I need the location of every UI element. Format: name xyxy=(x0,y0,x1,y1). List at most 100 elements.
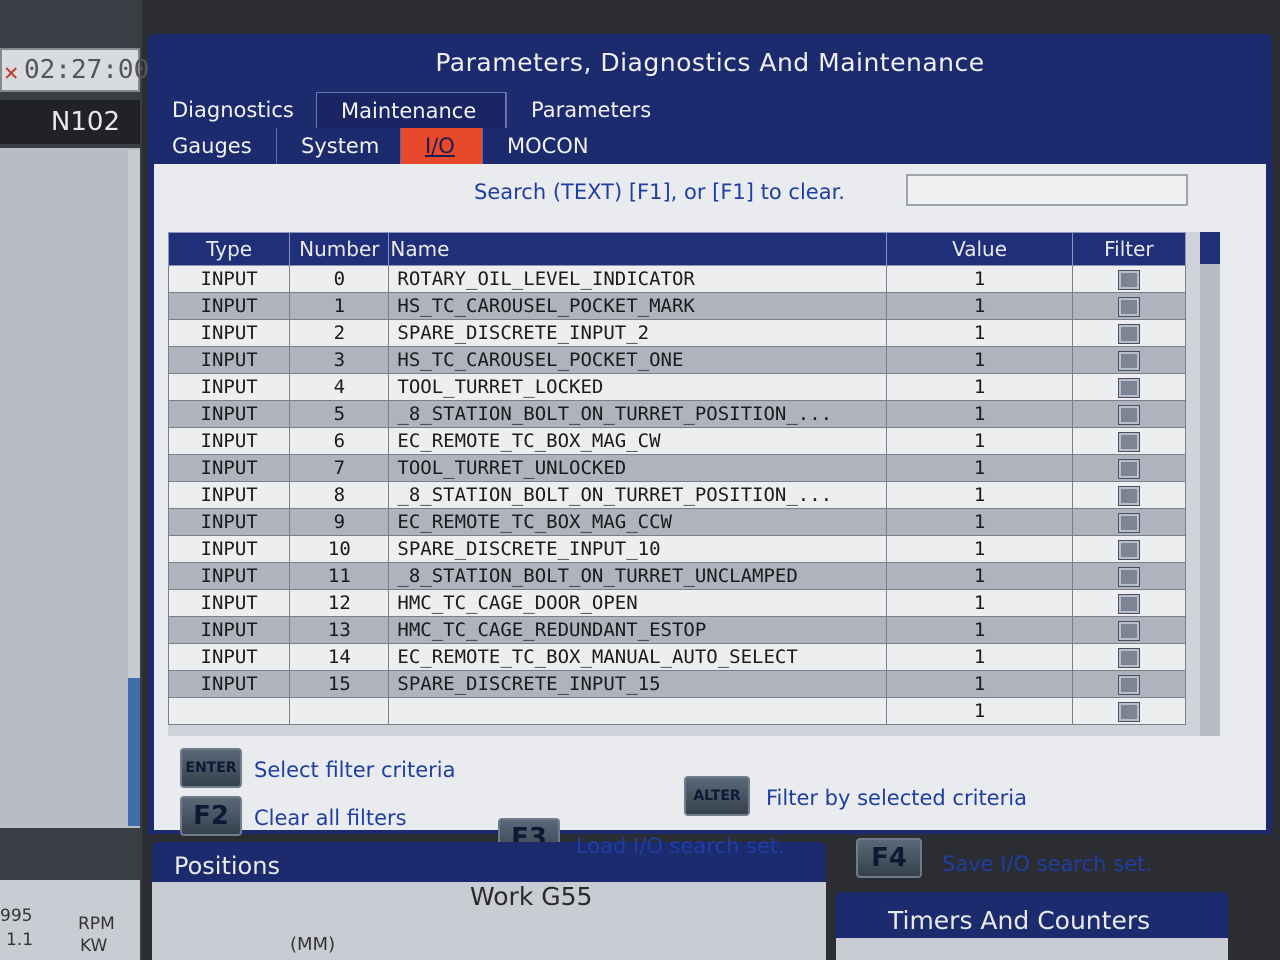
cell-name: HMC_TC_CAGE_REDUNDANT_ESTOP xyxy=(388,616,888,644)
cell-number: 0 xyxy=(289,265,390,293)
cell-value: 1 xyxy=(886,616,1073,644)
cell-filter xyxy=(1071,319,1187,347)
filter-checkbox[interactable] xyxy=(1117,593,1140,614)
cell-name: TOOL_TURRET_LOCKED xyxy=(388,373,888,401)
cell-number: 12 xyxy=(289,589,390,617)
cell-type: INPUT xyxy=(167,481,291,509)
alter-hint: Filter by selected criteria xyxy=(766,786,1027,810)
cell-value: 1 xyxy=(886,400,1073,428)
cell-name: _8_STATION_BOLT_ON_TURRET_POSITION_... xyxy=(388,481,888,509)
table-row[interactable]: INPUT 13 HMC_TC_CAGE_REDUNDANT_ESTOP 1 xyxy=(167,616,1187,644)
table-row[interactable]: INPUT 15 SPARE_DISCRETE_INPUT_15 1 xyxy=(167,670,1187,698)
cell-value: 1 xyxy=(886,535,1073,563)
filter-checkbox[interactable] xyxy=(1117,350,1140,371)
table-scrollbar[interactable] xyxy=(1200,232,1220,736)
filter-checkbox[interactable] xyxy=(1117,674,1140,695)
filter-checkbox[interactable] xyxy=(1117,512,1140,533)
cell-type: INPUT xyxy=(167,616,291,644)
table-row[interactable]: INPUT 9 EC_REMOTE_TC_BOX_MAG_CCW 1 xyxy=(167,508,1187,536)
table-row[interactable]: INPUT 2 SPARE_DISCRETE_INPUT_2 1 xyxy=(167,319,1187,347)
filter-checkbox[interactable] xyxy=(1117,431,1140,452)
tab-parameters[interactable]: Parameters xyxy=(506,92,686,128)
cell-type: INPUT xyxy=(167,346,291,374)
table-row[interactable]: INPUT 1 HS_TC_CAROUSEL_POCKET_MARK 1 xyxy=(167,292,1187,320)
cell-number: 4 xyxy=(289,373,390,401)
table-row[interactable]: INPUT 8 _8_STATION_BOLT_ON_TURRET_POSITION… xyxy=(167,481,1187,509)
cell-filter xyxy=(1071,643,1187,671)
cell-filter xyxy=(1071,292,1187,320)
header-filter[interactable]: Filter xyxy=(1071,232,1187,266)
cell-name: SPARE_DISCRETE_INPUT_15 xyxy=(388,670,888,698)
cell-value: 1 xyxy=(886,319,1073,347)
table-row[interactable]: INPUT 3 HS_TC_CAROUSEL_POCKET_ONE 1 xyxy=(167,346,1187,374)
filter-checkbox[interactable] xyxy=(1117,701,1140,722)
cell-value: 1 xyxy=(886,292,1073,320)
cell-filter xyxy=(1071,481,1187,509)
cell-name: EC_REMOTE_TC_BOX_MANUAL_AUTO_SELECT xyxy=(388,643,888,671)
alter-key[interactable]: ALTER xyxy=(684,776,750,816)
filter-checkbox[interactable] xyxy=(1117,296,1140,317)
tab-system[interactable]: System xyxy=(276,128,400,164)
table-row[interactable]: INPUT 7 TOOL_TURRET_UNLOCKED 1 xyxy=(167,454,1187,482)
filter-checkbox[interactable] xyxy=(1117,458,1140,479)
tab-io[interactable]: I/O xyxy=(400,128,482,164)
header-value[interactable]: Value xyxy=(886,232,1073,266)
program-scrollbar[interactable] xyxy=(128,150,140,826)
cell-type: INPUT xyxy=(167,643,291,671)
table-row[interactable]: INPUT 14 EC_REMOTE_TC_BOX_MANUAL_AUTO_SELE… xyxy=(167,643,1187,671)
cell-name: HS_TC_CAROUSEL_POCKET_ONE xyxy=(388,346,888,374)
program-scroll-thumb[interactable] xyxy=(128,678,140,826)
tab-maintenance[interactable]: Maintenance xyxy=(316,92,506,128)
cell-type: INPUT xyxy=(167,373,291,401)
table-row[interactable]: INPUT 0 ROTARY_OIL_LEVEL_INDICATOR 1 xyxy=(167,265,1187,293)
table-row[interactable]: INPUT 11 _8_STATION_BOLT_ON_TURRET_UNCLAMP… xyxy=(167,562,1187,590)
f2-key[interactable]: F2 xyxy=(180,796,242,836)
timers-title: Timers And Counters xyxy=(888,906,1151,935)
table-row[interactable]: INPUT 5 _8_STATION_BOLT_ON_TURRET_POSITION… xyxy=(167,400,1187,428)
filter-checkbox[interactable] xyxy=(1117,323,1140,344)
cell-value: 1 xyxy=(886,670,1073,698)
search-input[interactable] xyxy=(906,174,1188,206)
header-number[interactable]: Number xyxy=(289,232,390,266)
positions-title: Positions xyxy=(174,852,280,880)
cell-filter xyxy=(1071,670,1187,698)
cell-value: 1 xyxy=(886,643,1073,671)
kw-unit: KW xyxy=(80,936,108,956)
cell-type: INPUT xyxy=(167,427,291,455)
table-row[interactable]: INPUT 12 HMC_TC_CAGE_DOOR_OPEN 1 xyxy=(167,589,1187,617)
table-row[interactable]: INPUT 6 EC_REMOTE_TC_BOX_MAG_CW 1 xyxy=(167,427,1187,455)
filter-checkbox[interactable] xyxy=(1117,539,1140,560)
filter-checkbox[interactable] xyxy=(1117,404,1140,425)
filter-checkbox[interactable] xyxy=(1117,566,1140,587)
tab-mocon[interactable]: MOCON xyxy=(482,128,612,164)
tab-diagnostics[interactable]: Diagnostics xyxy=(148,92,316,128)
table-row[interactable]: INPUT 4 TOOL_TURRET_LOCKED 1 xyxy=(167,373,1187,401)
table-row[interactable]: 1 xyxy=(167,697,1187,725)
tab-gauges[interactable]: Gauges xyxy=(148,128,276,164)
table-row[interactable]: INPUT 10 SPARE_DISCRETE_INPUT_10 1 xyxy=(167,535,1187,563)
positions-body: Work G55 (MM) xyxy=(152,882,826,960)
filter-checkbox[interactable] xyxy=(1117,620,1140,641)
f2-hint: Clear all filters xyxy=(254,806,407,830)
filter-checkbox[interactable] xyxy=(1117,647,1140,668)
table-scroll-thumb[interactable] xyxy=(1200,232,1220,264)
f4-key[interactable]: F4 xyxy=(856,838,922,878)
cell-value: 1 xyxy=(886,346,1073,374)
cell-number: 8 xyxy=(289,481,390,509)
cell-filter xyxy=(1071,373,1187,401)
filter-checkbox[interactable] xyxy=(1117,377,1140,398)
kw-value: 1.1 xyxy=(6,930,34,950)
filter-checkbox[interactable] xyxy=(1117,485,1140,506)
enter-key[interactable]: ENTER xyxy=(180,748,242,788)
cell-value: 1 xyxy=(886,481,1073,509)
window-title: Parameters, Diagnostics And Maintenance xyxy=(435,48,985,77)
cell-filter xyxy=(1071,562,1187,590)
cell-name: HS_TC_CAROUSEL_POCKET_MARK xyxy=(388,292,888,320)
cell-filter xyxy=(1071,265,1187,293)
header-name[interactable]: Name xyxy=(388,232,888,266)
filter-checkbox[interactable] xyxy=(1117,269,1140,290)
positions-panel: Positions Work G55 (MM) xyxy=(152,842,826,960)
pdm-window: Parameters, Diagnostics And Maintenance … xyxy=(148,34,1272,858)
header-type[interactable]: Type xyxy=(167,232,291,266)
io-table-container: Type Number Name Value Filter INPUT 0 ROTA… xyxy=(167,232,1220,736)
